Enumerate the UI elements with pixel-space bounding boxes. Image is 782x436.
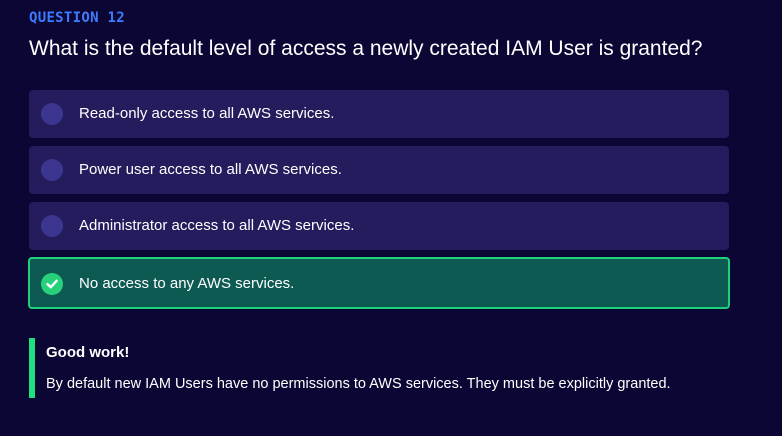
answer-option-1[interactable]: Read-only access to all AWS services. (29, 90, 729, 138)
question-number: QUESTION 12 (29, 10, 126, 26)
feedback-title: Good work! (46, 344, 130, 361)
answer-option-label: Power user access to all AWS services. (79, 161, 342, 178)
radio-empty-icon[interactable] (41, 215, 63, 237)
answer-option-label: No access to any AWS services. (79, 275, 295, 292)
answer-option-2[interactable]: Power user access to all AWS services. (29, 146, 729, 194)
feedback-panel: Good work! By default new IAM Users have… (29, 338, 729, 398)
answer-option-4-correct[interactable]: No access to any AWS services. (28, 257, 730, 309)
radio-empty-icon[interactable] (41, 159, 63, 181)
feedback-accent-bar (29, 338, 35, 398)
answer-option-label: Read-only access to all AWS services. (79, 105, 335, 122)
radio-empty-icon[interactable] (41, 103, 63, 125)
question-text: What is the default level of access a ne… (29, 37, 703, 60)
feedback-body: By default new IAM Users have no permiss… (46, 376, 671, 392)
answer-option-label: Administrator access to all AWS services… (79, 217, 355, 234)
quiz-page: QUESTION 12 What is the default level of… (0, 0, 782, 436)
check-circle-icon[interactable] (41, 273, 63, 295)
answer-option-3[interactable]: Administrator access to all AWS services… (29, 202, 729, 250)
